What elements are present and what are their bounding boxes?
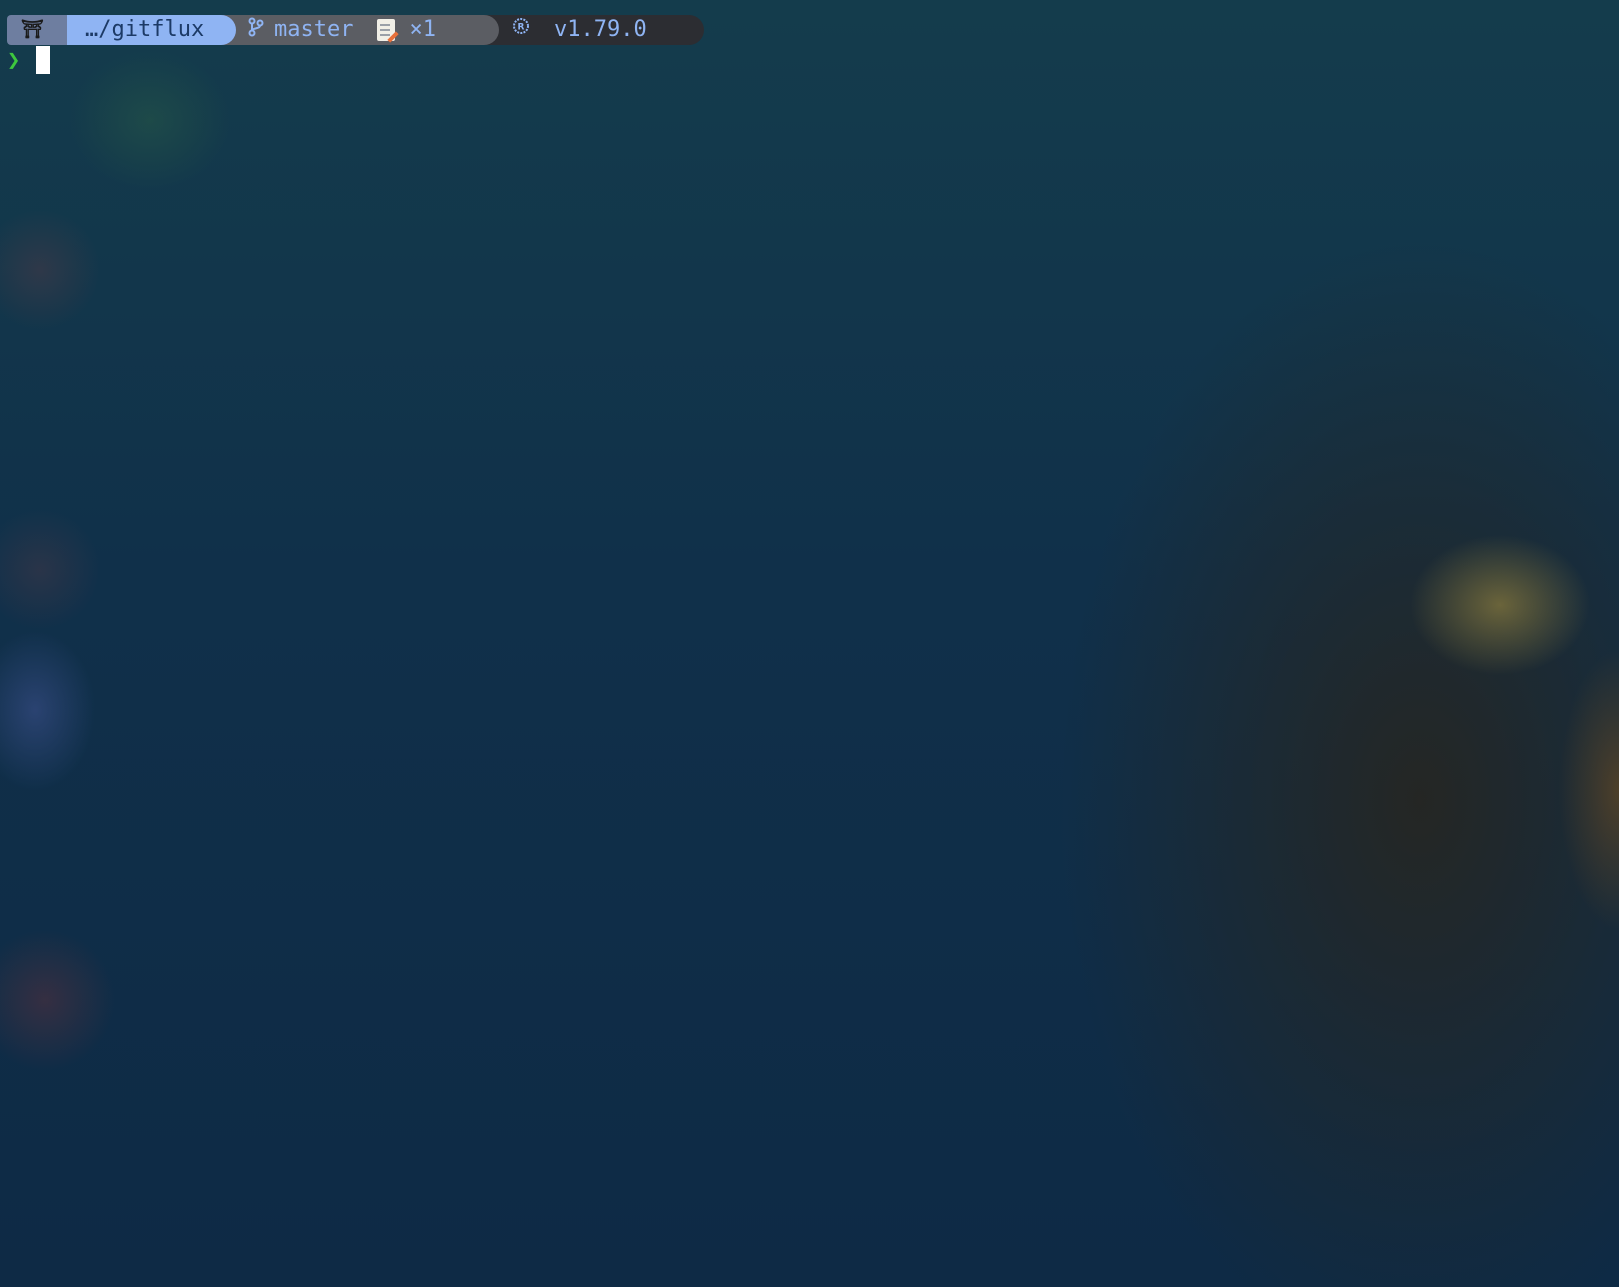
memo-icon [377, 19, 396, 41]
rust-segment: R v1.79.0 [484, 15, 704, 45]
command-line[interactable]: ❯ [7, 45, 50, 75]
svg-text:R: R [518, 23, 525, 33]
git-segment: master ×1 [221, 15, 499, 45]
git-branch-icon [248, 15, 264, 45]
git-modified-count: ×1 [409, 17, 436, 42]
prompt-char: ❯ [7, 47, 21, 73]
rust-version: v1.79.0 [554, 17, 647, 42]
rust-icon: R [512, 15, 530, 45]
git-branch-name: master [274, 17, 354, 42]
terminal-window[interactable]: ⛩ …/gitflux master ×1 R v1.79.0 ❯ [0, 0, 1619, 1287]
os-segment: ⛩ [7, 15, 79, 45]
text-cursor [36, 46, 50, 74]
directory-segment: …/gitflux [67, 15, 236, 45]
current-directory: …/gitflux [85, 17, 205, 42]
prompt-status-bar: ⛩ …/gitflux master ×1 R v1.79.0 [7, 15, 704, 45]
torii-icon: ⛩ [21, 19, 44, 40]
